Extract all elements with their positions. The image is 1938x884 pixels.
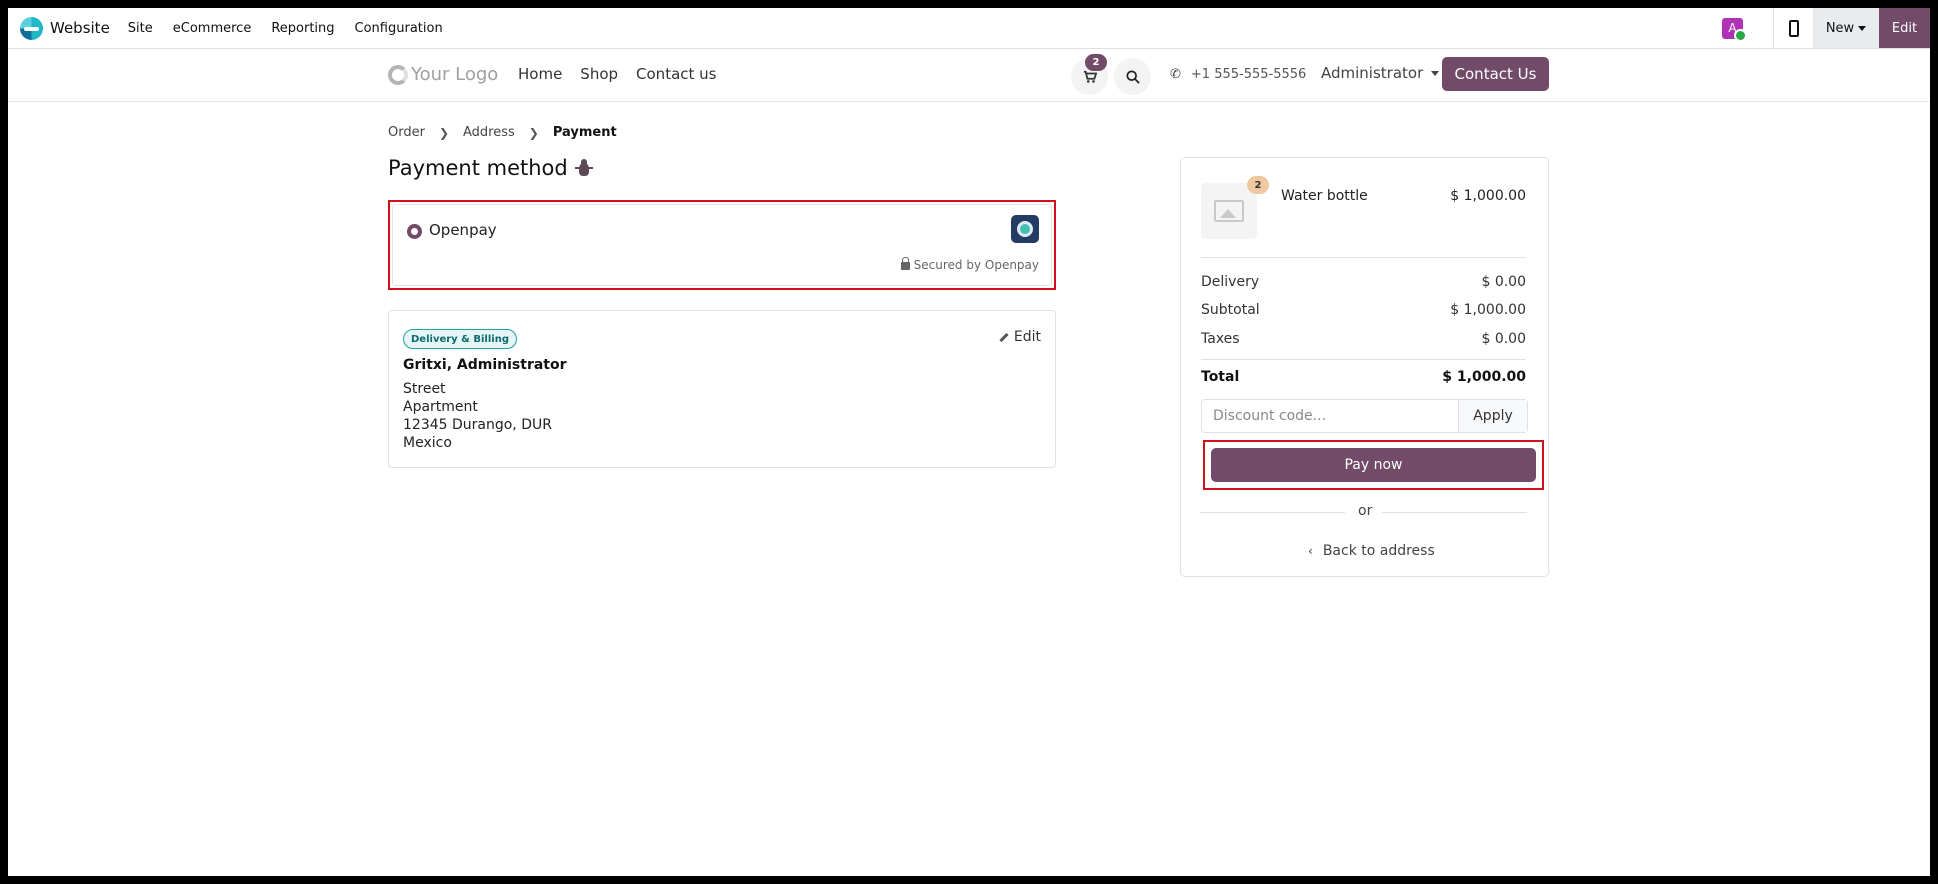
delivery-row: Delivery $ 0.00: [1201, 274, 1526, 290]
product-qty-badge: 2: [1247, 176, 1269, 194]
taxes-label: Taxes: [1201, 331, 1240, 347]
subtotal-label: Subtotal: [1201, 302, 1260, 318]
search-icon: [1125, 69, 1140, 84]
admin-menu: Site eCommerce Reporting Configuration: [118, 21, 453, 36]
chevron-left-icon: ‹: [1308, 544, 1313, 558]
admin-navbar: Website Site eCommerce Reporting Configu…: [8, 8, 1930, 49]
phone-number: +1 555-555-5556: [1190, 67, 1307, 82]
openpay-logo-icon: [1011, 215, 1039, 243]
new-content-button[interactable]: New: [1813, 8, 1879, 48]
bug-icon: [574, 158, 594, 178]
or-text: or: [1358, 503, 1373, 519]
nav-home[interactable]: Home: [518, 65, 562, 83]
delivery-value: $ 0.00: [1481, 274, 1526, 290]
phone-link[interactable]: ✆ +1 555-555-5556: [1170, 67, 1306, 82]
separator-line: [1200, 512, 1345, 513]
pencil-icon: [999, 332, 1009, 342]
back-to-address-link[interactable]: ‹ Back to address: [1308, 543, 1435, 559]
logo-text: Your Logo: [411, 64, 499, 85]
app-name: Website: [50, 19, 110, 37]
payment-option-openpay[interactable]: Openpay Secured by Openpay: [388, 200, 1056, 290]
menu-site[interactable]: Site: [128, 21, 153, 36]
breadcrumb-order[interactable]: Order: [388, 125, 425, 140]
pay-now-button[interactable]: Pay now: [1211, 448, 1536, 482]
new-label: New: [1825, 20, 1855, 36]
apply-discount-button[interactable]: Apply: [1458, 400, 1527, 432]
image-placeholder-icon: [1214, 200, 1244, 222]
admin-right-controls: A New Edit: [1722, 8, 1930, 48]
address-card: Delivery & Billing Edit Gritxi, Administ…: [388, 310, 1056, 468]
lock-icon: [900, 257, 910, 270]
cart-icon: [1083, 70, 1097, 83]
nav-contact-us[interactable]: Contact us: [636, 65, 716, 83]
menu-configuration[interactable]: Configuration: [355, 21, 443, 36]
product-image: [1201, 183, 1257, 239]
taxes-value: $ 0.00: [1481, 331, 1526, 347]
user-name: Administrator: [1321, 64, 1424, 82]
breadcrumb-address[interactable]: Address: [463, 125, 515, 140]
search-button[interactable]: [1114, 58, 1151, 95]
address-line: Apartment: [403, 399, 478, 415]
discount-code-input[interactable]: [1202, 400, 1458, 432]
address-lines: Street Apartment 12345 Durango, DUR Mexi…: [403, 380, 552, 452]
subtotal-value: $ 1,000.00: [1450, 302, 1526, 318]
secured-text: Secured by Openpay: [913, 258, 1039, 272]
nav-shop[interactable]: Shop: [580, 65, 618, 83]
user-avatar[interactable]: A: [1722, 17, 1747, 42]
page-title: Payment method: [388, 156, 594, 180]
separator-line: [1382, 512, 1527, 513]
total-label: Total: [1201, 369, 1240, 385]
browser-viewport: Website Site eCommerce Reporting Configu…: [8, 8, 1930, 876]
summary-divider: [1201, 359, 1526, 360]
total-value: $ 1,000.00: [1442, 369, 1526, 385]
back-label: Back to address: [1322, 543, 1435, 559]
menu-ecommerce[interactable]: eCommerce: [173, 21, 252, 36]
address-name: Gritxi, Administrator: [403, 357, 567, 373]
product-name[interactable]: Water bottle: [1281, 188, 1368, 204]
page-title-text: Payment method: [388, 156, 568, 180]
payment-option-label: Openpay: [429, 221, 497, 239]
caret-down-icon: [1431, 70, 1440, 76]
edit-website-button[interactable]: Edit: [1879, 8, 1930, 48]
website-app-icon: [20, 16, 43, 40]
website-header: Your Logo Home Shop Contact us 2 ✆ +1 55…: [8, 49, 1930, 102]
taxes-row: Taxes $ 0.00: [1201, 331, 1526, 347]
address-line: Mexico: [403, 435, 452, 451]
address-type-badge: Delivery & Billing: [403, 329, 517, 349]
chevron-right-icon: ❯: [528, 125, 539, 140]
payment-option-box: Openpay Secured by Openpay: [392, 204, 1052, 286]
menu-reporting[interactable]: Reporting: [271, 21, 334, 36]
subtotal-row: Subtotal $ 1,000.00: [1201, 302, 1526, 318]
edit-address-link[interactable]: Edit: [999, 329, 1041, 345]
site-nav: Home Shop Contact us: [518, 65, 734, 83]
chevron-right-icon: ❯: [438, 125, 450, 140]
cart-count-badge: 2: [1085, 54, 1107, 71]
app-brand[interactable]: Website: [20, 16, 110, 40]
mobile-phone-icon: [1788, 19, 1799, 37]
contact-us-button[interactable]: Contact Us: [1442, 57, 1549, 91]
discount-form: Apply: [1201, 399, 1528, 433]
logo-mark-icon: [388, 64, 408, 85]
mobile-preview-button[interactable]: [1773, 8, 1813, 48]
phone-icon: ✆: [1170, 67, 1181, 82]
address-line: 12345 Durango, DUR: [403, 417, 552, 433]
payment-radio[interactable]: [407, 224, 422, 239]
breadcrumb-payment: Payment: [552, 125, 617, 140]
caret-down-icon: [1858, 25, 1867, 31]
checkout-breadcrumb: Order ❯ Address ❯ Payment: [388, 125, 617, 140]
summary-divider: [1201, 257, 1526, 258]
user-dropdown[interactable]: Administrator: [1321, 64, 1440, 82]
product-price: $ 1,000.00: [1450, 188, 1526, 204]
total-row: Total $ 1,000.00: [1201, 369, 1526, 385]
secured-note: Secured by Openpay: [900, 257, 1039, 272]
address-line: Street: [403, 381, 446, 397]
site-logo[interactable]: Your Logo: [388, 64, 498, 85]
delivery-label: Delivery: [1201, 274, 1260, 290]
edit-label: Edit: [1013, 329, 1041, 345]
